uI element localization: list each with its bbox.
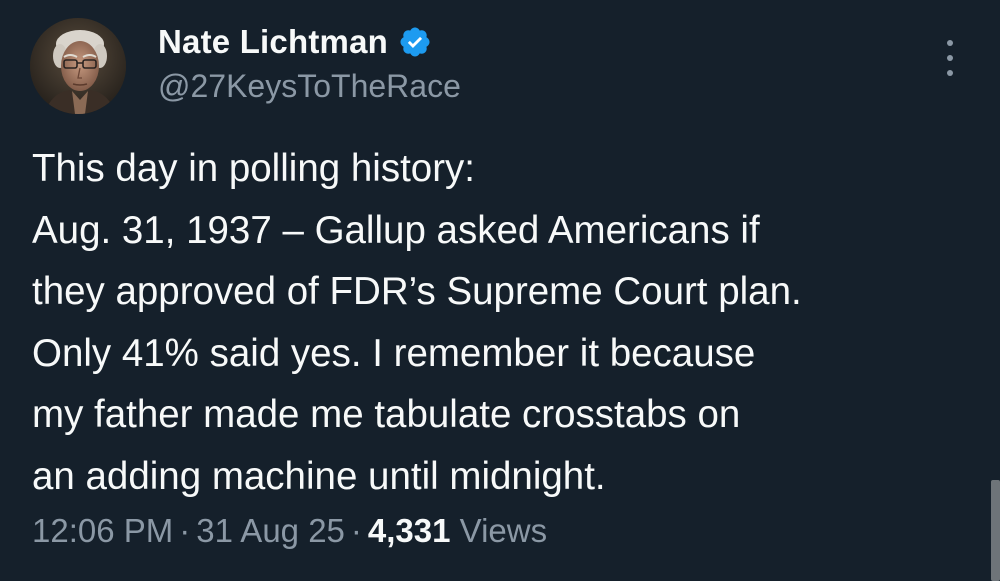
views-count[interactable]: 4,331 xyxy=(368,512,451,549)
tweet-time[interactable]: 12:06 PM xyxy=(32,512,173,549)
verified-badge-icon[interactable] xyxy=(398,25,432,59)
tweet-text-line: my father made me tabulate crosstabs on xyxy=(32,393,741,436)
handle[interactable]: @27KeysToTheRace xyxy=(158,68,461,105)
tweet-text-line: Only 41% said yes. I remember it because xyxy=(32,331,756,375)
meta-separator: · xyxy=(179,512,191,549)
more-dot xyxy=(947,55,953,61)
display-name[interactable]: Nate Lichtman xyxy=(158,23,388,61)
more-dot xyxy=(947,70,953,76)
tweet-date[interactable]: 31 Aug 25 xyxy=(196,512,345,549)
avatar-portrait-icon xyxy=(30,18,126,114)
tweet: Nate Lichtman @27KeysToTheRace This day … xyxy=(0,0,1000,581)
tweet-text-line: an adding machine until midnight. xyxy=(32,454,606,498)
more-vertical-icon[interactable] xyxy=(930,40,970,76)
author-block: Nate Lichtman @27KeysToTheRace xyxy=(158,20,461,105)
more-dot xyxy=(947,40,953,46)
scrollbar[interactable] xyxy=(991,480,1000,581)
tweet-text: This day in polling history: Aug. 31, 19… xyxy=(32,138,982,507)
tweet-text-line: they approved of FDR’s Supreme Court pla… xyxy=(32,270,802,313)
name-row: Nate Lichtman xyxy=(158,20,461,64)
tweet-meta: 12:06 PM · 31 Aug 25 · 4,331 Views xyxy=(32,512,547,550)
tweet-text-line: This day in polling history: xyxy=(32,147,475,190)
meta-separator: · xyxy=(350,512,362,549)
tweet-text-line: Aug. 31, 1937 – Gallup asked Americans i… xyxy=(32,208,760,252)
views-label: Views xyxy=(459,512,548,549)
avatar[interactable] xyxy=(30,18,126,114)
